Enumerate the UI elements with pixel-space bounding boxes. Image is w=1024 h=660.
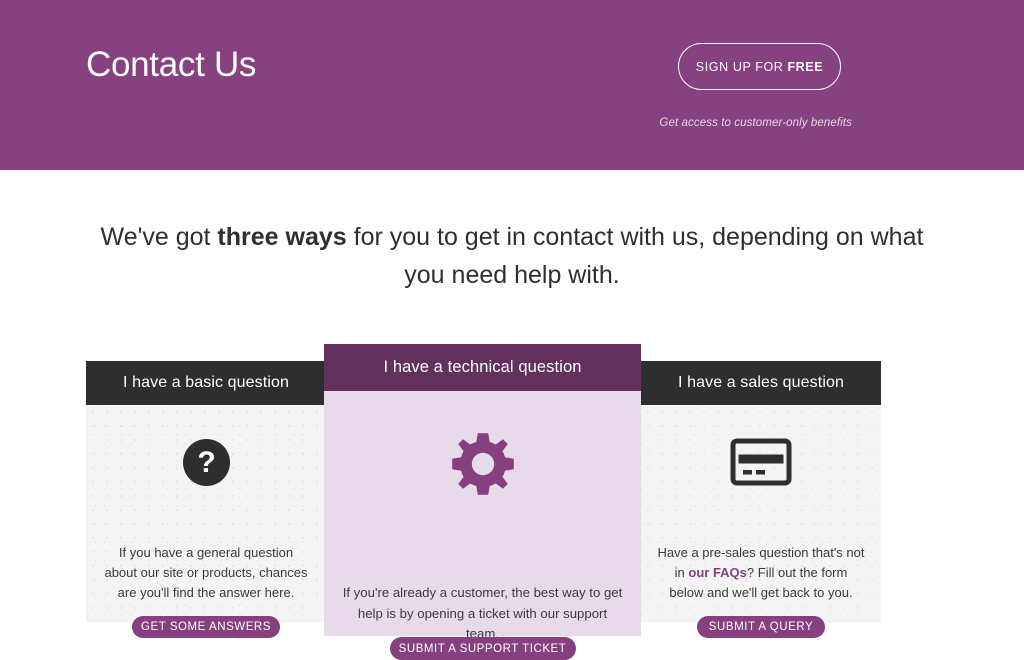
- card-sales-question[interactable]: I have a sales question Have a pre-sales…: [641, 361, 881, 638]
- card-basic-body: ? If you have a general question about o…: [86, 405, 326, 638]
- submit-a-query-button[interactable]: SUBMIT A QUERY: [697, 616, 825, 638]
- submit-a-support-ticket-button[interactable]: SUBMIT A SUPPORT TICKET: [389, 637, 576, 660]
- contact-options-cards: I have a basic question ? If you have a …: [0, 0, 1024, 660]
- svg-text:?: ?: [197, 446, 215, 479]
- card-technical-body: If you're already a customer, the best w…: [324, 391, 641, 660]
- card-basic-heading: I have a basic question: [86, 361, 326, 405]
- card-basic-question[interactable]: I have a basic question ? If you have a …: [86, 361, 326, 638]
- get-some-answers-button[interactable]: GET SOME ANSWERS: [132, 616, 280, 638]
- card-basic-text: If you have a general question about our…: [86, 543, 326, 603]
- card-technical-icon-slot: [324, 429, 641, 499]
- card-basic-text-line3: are you'll find the answer here.: [117, 585, 295, 600]
- card-basic-icon-slot: ?: [86, 431, 326, 493]
- credit-card-icon: [730, 438, 792, 486]
- card-sales-icon-slot: [641, 431, 881, 493]
- card-technical-text-line1: If you're already a customer, the best w…: [342, 585, 623, 600]
- card-sales-body: Have a pre-sales question that's not in …: [641, 405, 881, 638]
- gear-icon: [451, 433, 514, 495]
- card-technical-text: If you're already a customer, the best w…: [324, 583, 641, 645]
- card-sales-heading: I have a sales question: [641, 361, 881, 405]
- card-basic-text-line1: If you have a general question: [118, 545, 294, 560]
- card-technical-heading: I have a technical question: [324, 344, 641, 391]
- card-basic-text-line2: about our site or products, chances: [104, 565, 308, 580]
- our-faqs-link[interactable]: our FAQs: [688, 565, 747, 580]
- card-technical-text-line2: help is by opening a ticket with our sup…: [357, 605, 608, 642]
- question-mark-icon: ?: [182, 438, 230, 486]
- card-technical-question[interactable]: I have a technical question If you're al…: [324, 344, 641, 660]
- card-sales-text: Have a pre-sales question that's not in …: [641, 543, 881, 603]
